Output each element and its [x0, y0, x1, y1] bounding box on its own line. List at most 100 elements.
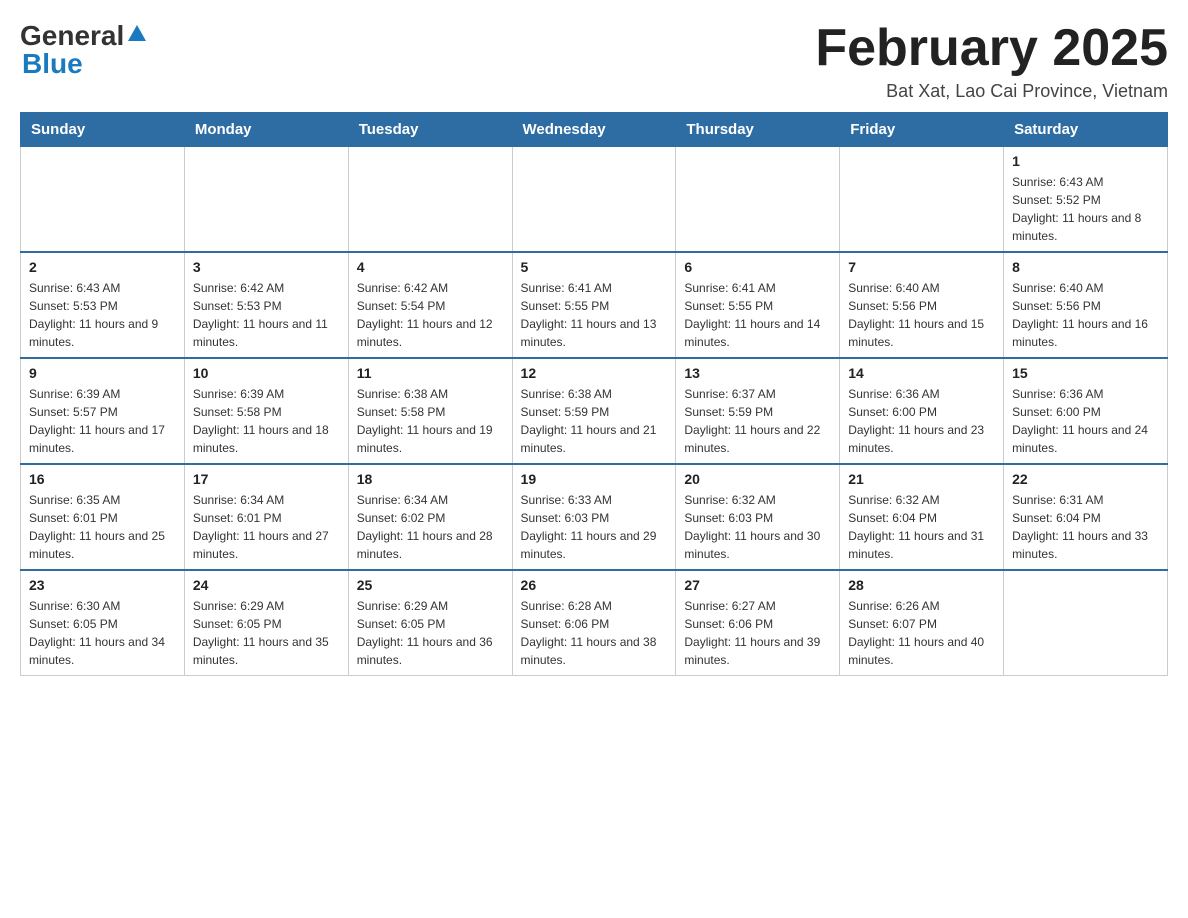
day-info: Sunrise: 6:31 AM Sunset: 6:04 PM Dayligh…	[1012, 491, 1159, 563]
day-info: Sunrise: 6:38 AM Sunset: 5:59 PM Dayligh…	[521, 385, 668, 457]
calendar-table: SundayMondayTuesdayWednesdayThursdayFrid…	[20, 112, 1168, 676]
day-number: 5	[521, 259, 668, 275]
page-header: General Blue February 2025 Bat Xat, Lao …	[20, 20, 1168, 102]
day-number: 27	[684, 577, 831, 593]
page-subtitle: Bat Xat, Lao Cai Province, Vietnam	[815, 81, 1168, 102]
calendar-cell: 20 Sunrise: 6:32 AM Sunset: 6:03 PM Dayli…	[676, 464, 840, 570]
calendar-week-2: 2 Sunrise: 6:43 AM Sunset: 5:53 PM Daylig…	[21, 252, 1168, 358]
calendar-week-1: 1 Sunrise: 6:43 AM Sunset: 5:52 PM Daylig…	[21, 147, 1168, 253]
day-info: Sunrise: 6:35 AM Sunset: 6:01 PM Dayligh…	[29, 491, 176, 563]
day-number: 2	[29, 259, 176, 275]
calendar-cell: 11 Sunrise: 6:38 AM Sunset: 5:58 PM Dayli…	[348, 358, 512, 464]
weekday-header-wednesday: Wednesday	[512, 113, 676, 147]
weekday-header-sunday: Sunday	[21, 113, 185, 147]
calendar-cell: 7 Sunrise: 6:40 AM Sunset: 5:56 PM Daylig…	[840, 252, 1004, 358]
day-info: Sunrise: 6:39 AM Sunset: 5:58 PM Dayligh…	[193, 385, 340, 457]
day-info: Sunrise: 6:42 AM Sunset: 5:53 PM Dayligh…	[193, 279, 340, 351]
calendar-cell: 5 Sunrise: 6:41 AM Sunset: 5:55 PM Daylig…	[512, 252, 676, 358]
calendar-cell: 13 Sunrise: 6:37 AM Sunset: 5:59 PM Dayli…	[676, 358, 840, 464]
calendar-cell: 18 Sunrise: 6:34 AM Sunset: 6:02 PM Dayli…	[348, 464, 512, 570]
day-info: Sunrise: 6:43 AM Sunset: 5:53 PM Dayligh…	[29, 279, 176, 351]
calendar-cell: 16 Sunrise: 6:35 AM Sunset: 6:01 PM Dayli…	[21, 464, 185, 570]
day-number: 23	[29, 577, 176, 593]
calendar-cell: 8 Sunrise: 6:40 AM Sunset: 5:56 PM Daylig…	[1004, 252, 1168, 358]
weekday-header-friday: Friday	[840, 113, 1004, 147]
day-number: 6	[684, 259, 831, 275]
weekday-header-tuesday: Tuesday	[348, 113, 512, 147]
day-number: 8	[1012, 259, 1159, 275]
weekday-header-monday: Monday	[184, 113, 348, 147]
day-number: 10	[193, 365, 340, 381]
calendar-cell: 6 Sunrise: 6:41 AM Sunset: 5:55 PM Daylig…	[676, 252, 840, 358]
day-number: 25	[357, 577, 504, 593]
calendar-cell	[512, 147, 676, 253]
day-info: Sunrise: 6:43 AM Sunset: 5:52 PM Dayligh…	[1012, 173, 1159, 245]
day-number: 20	[684, 471, 831, 487]
day-number: 13	[684, 365, 831, 381]
title-block: February 2025 Bat Xat, Lao Cai Province,…	[815, 20, 1168, 102]
day-number: 16	[29, 471, 176, 487]
calendar-cell: 10 Sunrise: 6:39 AM Sunset: 5:58 PM Dayli…	[184, 358, 348, 464]
calendar-cell: 24Sunrise: 6:29 AM Sunset: 6:05 PM Dayli…	[184, 570, 348, 676]
day-info: Sunrise: 6:39 AM Sunset: 5:57 PM Dayligh…	[29, 385, 176, 457]
logo-blue-text: Blue	[22, 48, 148, 80]
day-info: Sunrise: 6:29 AM Sunset: 6:05 PM Dayligh…	[357, 597, 504, 669]
day-info: Sunrise: 6:27 AM Sunset: 6:06 PM Dayligh…	[684, 597, 831, 669]
day-number: 9	[29, 365, 176, 381]
day-info: Sunrise: 6:42 AM Sunset: 5:54 PM Dayligh…	[357, 279, 504, 351]
calendar-cell: 3 Sunrise: 6:42 AM Sunset: 5:53 PM Daylig…	[184, 252, 348, 358]
calendar-cell	[184, 147, 348, 253]
calendar-cell: 26 Sunrise: 6:28 AM Sunset: 6:06 PM Dayli…	[512, 570, 676, 676]
day-number: 28	[848, 577, 995, 593]
logo: General Blue	[20, 20, 148, 80]
day-info: Sunrise: 6:40 AM Sunset: 5:56 PM Dayligh…	[848, 279, 995, 351]
day-info: Sunrise: 6:26 AM Sunset: 6:07 PM Dayligh…	[848, 597, 995, 669]
calendar-cell	[1004, 570, 1168, 676]
day-info: Sunrise: 6:32 AM Sunset: 6:03 PM Dayligh…	[684, 491, 831, 563]
day-info: Sunrise: 6:41 AM Sunset: 5:55 PM Dayligh…	[684, 279, 831, 351]
calendar-cell	[840, 147, 1004, 253]
day-number: 21	[848, 471, 995, 487]
day-number: 12	[521, 365, 668, 381]
day-number: 1	[1012, 153, 1159, 169]
day-info: Sunrise: 6:38 AM Sunset: 5:58 PM Dayligh…	[357, 385, 504, 457]
day-info: Sunrise: 6:37 AM Sunset: 5:59 PM Dayligh…	[684, 385, 831, 457]
day-number: 7	[848, 259, 995, 275]
day-number: 18	[357, 471, 504, 487]
calendar-cell	[21, 147, 185, 253]
calendar-cell: 4Sunrise: 6:42 AM Sunset: 5:54 PM Daylig…	[348, 252, 512, 358]
day-number: 14	[848, 365, 995, 381]
weekday-header-saturday: Saturday	[1004, 113, 1168, 147]
calendar-cell: 14 Sunrise: 6:36 AM Sunset: 6:00 PM Dayli…	[840, 358, 1004, 464]
calendar-cell: 15Sunrise: 6:36 AM Sunset: 6:00 PM Dayli…	[1004, 358, 1168, 464]
day-info: Sunrise: 6:41 AM Sunset: 5:55 PM Dayligh…	[521, 279, 668, 351]
day-number: 26	[521, 577, 668, 593]
day-number: 15	[1012, 365, 1159, 381]
day-info: Sunrise: 6:32 AM Sunset: 6:04 PM Dayligh…	[848, 491, 995, 563]
page-title: February 2025	[815, 20, 1168, 77]
calendar-cell: 19Sunrise: 6:33 AM Sunset: 6:03 PM Dayli…	[512, 464, 676, 570]
calendar-cell: 23Sunrise: 6:30 AM Sunset: 6:05 PM Dayli…	[21, 570, 185, 676]
day-number: 11	[357, 365, 504, 381]
day-number: 3	[193, 259, 340, 275]
calendar-cell: 2 Sunrise: 6:43 AM Sunset: 5:53 PM Daylig…	[21, 252, 185, 358]
calendar-cell	[676, 147, 840, 253]
calendar-week-5: 23Sunrise: 6:30 AM Sunset: 6:05 PM Dayli…	[21, 570, 1168, 676]
day-info: Sunrise: 6:33 AM Sunset: 6:03 PM Dayligh…	[521, 491, 668, 563]
calendar-cell: 9 Sunrise: 6:39 AM Sunset: 5:57 PM Daylig…	[21, 358, 185, 464]
day-info: Sunrise: 6:28 AM Sunset: 6:06 PM Dayligh…	[521, 597, 668, 669]
weekday-header-thursday: Thursday	[676, 113, 840, 147]
calendar-week-4: 16 Sunrise: 6:35 AM Sunset: 6:01 PM Dayli…	[21, 464, 1168, 570]
day-number: 22	[1012, 471, 1159, 487]
calendar-cell: 12 Sunrise: 6:38 AM Sunset: 5:59 PM Dayli…	[512, 358, 676, 464]
day-info: Sunrise: 6:34 AM Sunset: 6:02 PM Dayligh…	[357, 491, 504, 563]
day-info: Sunrise: 6:36 AM Sunset: 6:00 PM Dayligh…	[848, 385, 995, 457]
day-info: Sunrise: 6:40 AM Sunset: 5:56 PM Dayligh…	[1012, 279, 1159, 351]
logo-triangle-icon	[126, 23, 148, 45]
calendar-cell: 22 Sunrise: 6:31 AM Sunset: 6:04 PM Dayli…	[1004, 464, 1168, 570]
calendar-cell	[348, 147, 512, 253]
calendar-cell: 25 Sunrise: 6:29 AM Sunset: 6:05 PM Dayli…	[348, 570, 512, 676]
calendar-cell: 28 Sunrise: 6:26 AM Sunset: 6:07 PM Dayli…	[840, 570, 1004, 676]
calendar-cell: 27 Sunrise: 6:27 AM Sunset: 6:06 PM Dayli…	[676, 570, 840, 676]
calendar-header-row: SundayMondayTuesdayWednesdayThursdayFrid…	[21, 113, 1168, 147]
